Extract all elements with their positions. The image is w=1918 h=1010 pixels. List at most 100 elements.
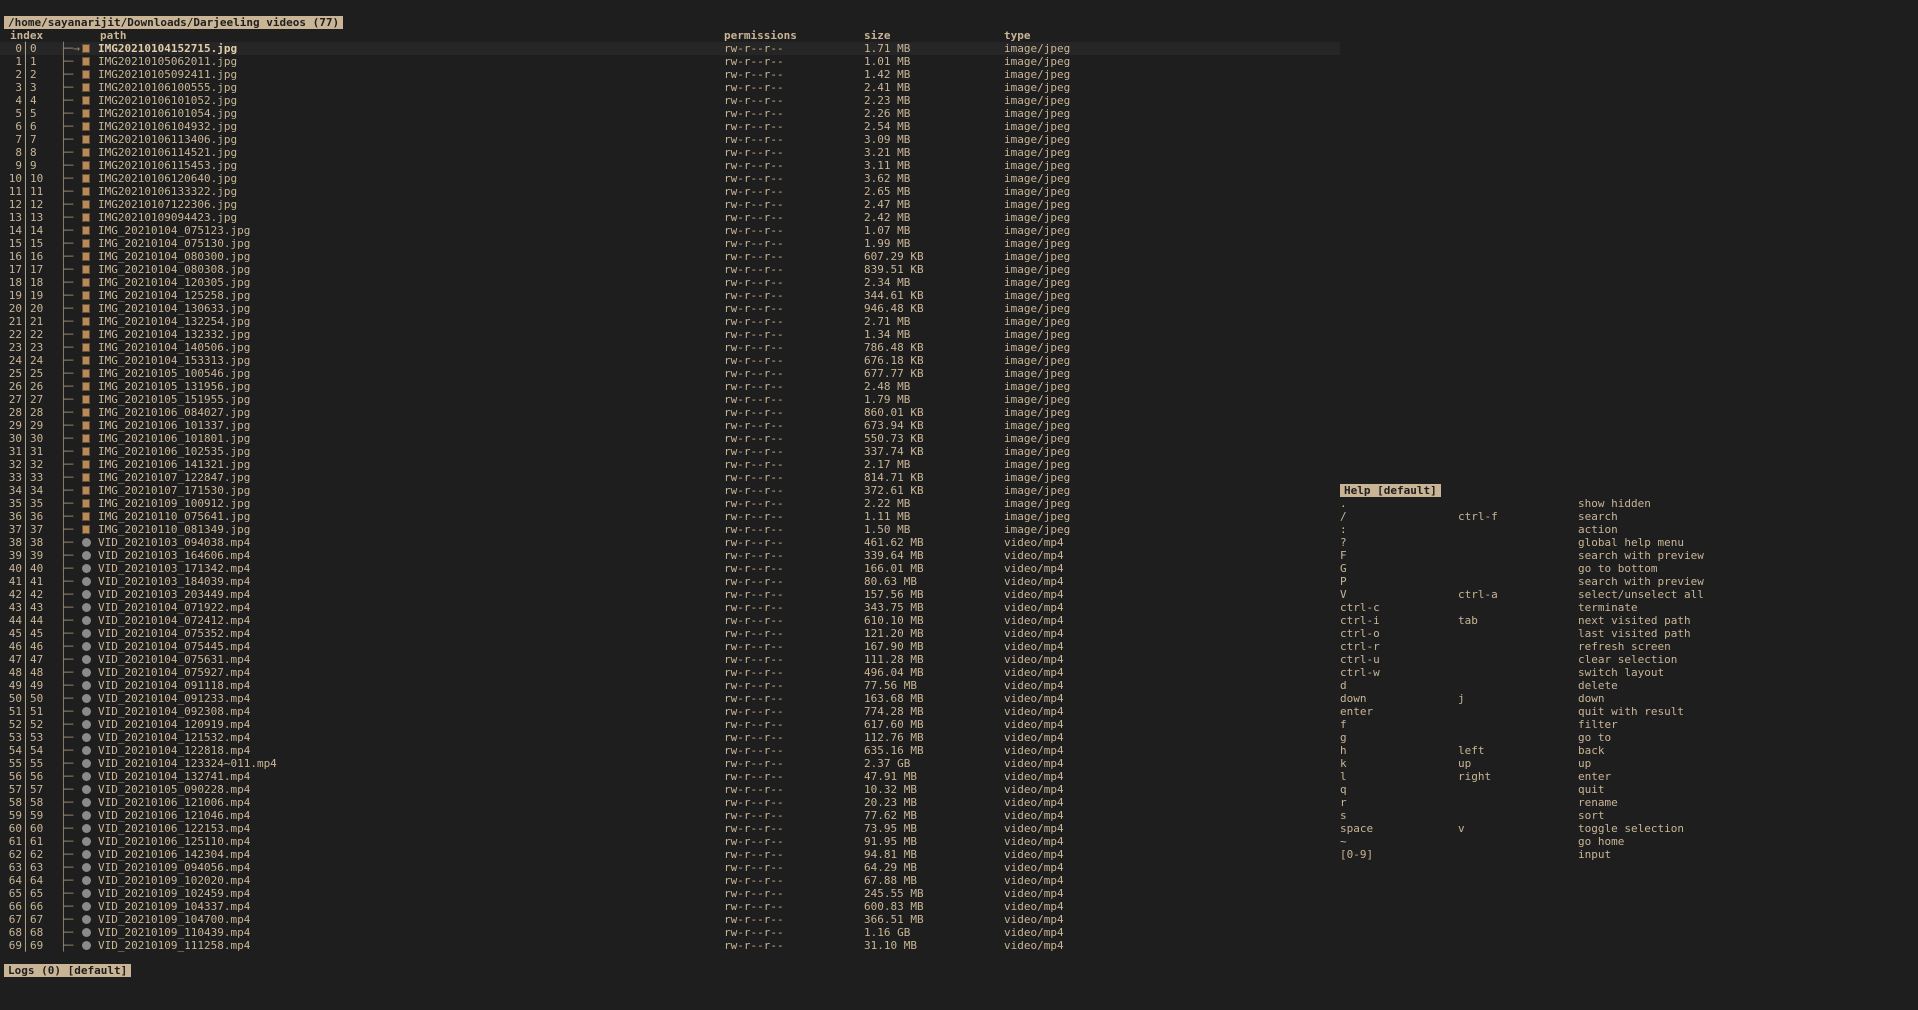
- file-row[interactable]: 30 │ 30 ├─ IMG_20210106_101801.jpg rw-r--r-- 5…: [0, 432, 1340, 445]
- file-row[interactable]: 33 │ 33 ├─ IMG_20210107_122847.jpg rw-r--r-- 8…: [0, 471, 1340, 484]
- file-name[interactable]: VID_20210109_102459.mp4: [98, 887, 250, 900]
- file-row[interactable]: 11 │ 11 ├─ IMG20210106133322.jpg rw-r--r-- 2.6…: [0, 185, 1340, 198]
- file-name[interactable]: VID_20210103_171342.mp4: [98, 562, 250, 575]
- file-name[interactable]: VID_20210109_104337.mp4: [98, 900, 250, 913]
- file-name[interactable]: VID_20210104_091233.mp4: [98, 692, 250, 705]
- file-row[interactable]: 9 │ 9 ├─ IMG20210106115453.jpg rw-r--r-- 3.11 …: [0, 159, 1340, 172]
- file-row[interactable]: 28 │ 28 ├─ IMG_20210106_084027.jpg rw-r--r-- 8…: [0, 406, 1340, 419]
- file-row[interactable]: 64 │ 64 ├─ VID_20210109_102020.mp4 rw-r--r-- 6…: [0, 874, 1340, 887]
- file-name[interactable]: IMG_20210107_171530.jpg: [98, 484, 250, 497]
- file-name[interactable]: VID_20210103_094038.mp4: [98, 536, 250, 549]
- file-name[interactable]: VID_20210104_072412.mp4: [98, 614, 250, 627]
- column-header-index[interactable]: index: [10, 29, 43, 42]
- file-row[interactable]: 24 │ 24 ├─ IMG_20210104_153313.jpg rw-r--r-- 6…: [0, 354, 1340, 367]
- file-name[interactable]: IMG_20210104_125258.jpg: [98, 289, 250, 302]
- file-row[interactable]: 42 │ 42 ├─ VID_20210103_203449.mp4 rw-r--r-- 1…: [0, 588, 1340, 601]
- file-name[interactable]: IMG_20210104_140506.jpg: [98, 341, 250, 354]
- file-name[interactable]: IMG20210105062011.jpg: [98, 55, 237, 68]
- file-row[interactable]: 54 │ 54 ├─ VID_20210104_122818.mp4 rw-r--r-- 6…: [0, 744, 1340, 757]
- file-row[interactable]: 43 │ 43 ├─ VID_20210104_071922.mp4 rw-r--r-- 3…: [0, 601, 1340, 614]
- file-name[interactable]: IMG_20210104_132254.jpg: [98, 315, 250, 328]
- file-row[interactable]: 65 │ 65 ├─ VID_20210109_102459.mp4 rw-r--r-- 2…: [0, 887, 1340, 900]
- file-row[interactable]: 23 │ 23 ├─ IMG_20210104_140506.jpg rw-r--r-- 7…: [0, 341, 1340, 354]
- file-row[interactable]: 7 │ 7 ├─ IMG20210106113406.jpg rw-r--r-- 3.09 …: [0, 133, 1340, 146]
- file-name[interactable]: IMG20210106115453.jpg: [98, 159, 237, 172]
- file-name[interactable]: VID_20210103_164606.mp4: [98, 549, 250, 562]
- column-header-size[interactable]: size: [864, 29, 891, 42]
- file-row[interactable]: 3 │ 3 ├─ IMG20210106100555.jpg rw-r--r-- 2.41 …: [0, 81, 1340, 94]
- file-name[interactable]: IMG_20210107_122847.jpg: [98, 471, 250, 484]
- file-name[interactable]: IMG_20210110_081349.jpg: [98, 523, 250, 536]
- file-name[interactable]: VID_20210104_075445.mp4: [98, 640, 250, 653]
- file-name[interactable]: VID_20210105_090228.mp4: [98, 783, 250, 796]
- file-row[interactable]: 27 │ 27 ├─ IMG_20210105_151955.jpg rw-r--r-- 1…: [0, 393, 1340, 406]
- file-row[interactable]: 46 │ 46 ├─ VID_20210104_075445.mp4 rw-r--r-- 1…: [0, 640, 1340, 653]
- file-row[interactable]: 19 │ 19 ├─ IMG_20210104_125258.jpg rw-r--r-- 3…: [0, 289, 1340, 302]
- file-name[interactable]: IMG20210106133322.jpg: [98, 185, 237, 198]
- file-row[interactable]: 38 │ 38 ├─ VID_20210103_094038.mp4 rw-r--r-- 4…: [0, 536, 1340, 549]
- file-row[interactable]: 55 │ 55 ├─ VID_20210104_123324~011.mp4 rw-r--…: [0, 757, 1340, 770]
- file-name[interactable]: IMG_20210104_120305.jpg: [98, 276, 250, 289]
- file-name[interactable]: VID_20210104_075631.mp4: [98, 653, 250, 666]
- file-row[interactable]: 50 │ 50 ├─ VID_20210104_091233.mp4 rw-r--r-- 1…: [0, 692, 1340, 705]
- file-row[interactable]: 22 │ 22 ├─ IMG_20210104_132332.jpg rw-r--r-- 1…: [0, 328, 1340, 341]
- file-name[interactable]: IMG_20210105_100546.jpg: [98, 367, 250, 380]
- file-name[interactable]: IMG_20210104_080308.jpg: [98, 263, 250, 276]
- file-row[interactable]: 49 │ 49 ├─ VID_20210104_091118.mp4 rw-r--r-- 7…: [0, 679, 1340, 692]
- file-name[interactable]: IMG_20210106_084027.jpg: [98, 406, 250, 419]
- file-row[interactable]: 12 │ 12 ├─ IMG20210107122306.jpg rw-r--r-- 2.4…: [0, 198, 1340, 211]
- file-name[interactable]: VID_20210109_094056.mp4: [98, 861, 250, 874]
- file-name[interactable]: IMG_20210104_132332.jpg: [98, 328, 250, 341]
- file-name[interactable]: IMG_20210104_130633.jpg: [98, 302, 250, 315]
- file-row[interactable]: 44 │ 44 ├─ VID_20210104_072412.mp4 rw-r--r-- 6…: [0, 614, 1340, 627]
- file-name[interactable]: IMG_20210104_080300.jpg: [98, 250, 250, 263]
- file-name[interactable]: VID_20210106_122153.mp4: [98, 822, 250, 835]
- file-row[interactable]: 25 │ 25 ├─ IMG_20210105_100546.jpg rw-r--r-- 6…: [0, 367, 1340, 380]
- file-row[interactable]: 41 │ 41 ├─ VID_20210103_184039.mp4 rw-r--r-- 8…: [0, 575, 1340, 588]
- file-name[interactable]: IMG_20210106_141321.jpg: [98, 458, 250, 471]
- file-name[interactable]: IMG_20210110_075641.jpg: [98, 510, 250, 523]
- file-name[interactable]: IMG_20210106_102535.jpg: [98, 445, 250, 458]
- file-name[interactable]: VID_20210104_122818.mp4: [98, 744, 250, 757]
- file-name[interactable]: IMG_20210105_151955.jpg: [98, 393, 250, 406]
- file-row[interactable]: 16 │ 16 ├─ IMG_20210104_080300.jpg rw-r--r-- 6…: [0, 250, 1340, 263]
- file-name[interactable]: VID_20210106_142304.mp4: [98, 848, 250, 861]
- file-row[interactable]: 35 │ 35 ├─ IMG_20210109_100912.jpg rw-r--r-- 2…: [0, 497, 1340, 510]
- file-name[interactable]: VID_20210104_075352.mp4: [98, 627, 250, 640]
- file-name[interactable]: VID_20210106_125110.mp4: [98, 835, 250, 848]
- file-name[interactable]: IMG_20210104_075123.jpg: [98, 224, 250, 237]
- file-name[interactable]: IMG20210106101052.jpg: [98, 94, 237, 107]
- file-name[interactable]: IMG_20210106_101337.jpg: [98, 419, 250, 432]
- file-row[interactable]: 53 │ 53 ├─ VID_20210104_121532.mp4 rw-r--r-- 1…: [0, 731, 1340, 744]
- file-name[interactable]: VID_20210104_091118.mp4: [98, 679, 250, 692]
- file-row[interactable]: 62 │ 62 ├─ VID_20210106_142304.mp4 rw-r--r-- 9…: [0, 848, 1340, 861]
- file-name[interactable]: VID_20210109_111258.mp4: [98, 939, 250, 952]
- file-row[interactable]: 36 │ 36 ├─ IMG_20210110_075641.jpg rw-r--r-- 1…: [0, 510, 1340, 523]
- file-name[interactable]: IMG_20210104_153313.jpg: [98, 354, 250, 367]
- file-row[interactable]: 58 │ 58 ├─ VID_20210106_121006.mp4 rw-r--r-- 2…: [0, 796, 1340, 809]
- file-name[interactable]: VID_20210106_121046.mp4: [98, 809, 250, 822]
- file-name[interactable]: VID_20210104_092308.mp4: [98, 705, 250, 718]
- file-row[interactable]: 10 │ 10 ├─ IMG20210106120640.jpg rw-r--r-- 3.6…: [0, 172, 1340, 185]
- file-row[interactable]: 8 │ 8 ├─ IMG20210106114521.jpg rw-r--r-- 3.21 …: [0, 146, 1340, 159]
- file-row[interactable]: 68 │ 68 ├─ VID_20210109_110439.mp4 rw-r--r-- 1…: [0, 926, 1340, 939]
- file-name[interactable]: VID_20210104_071922.mp4: [98, 601, 250, 614]
- file-name[interactable]: IMG_20210104_075130.jpg: [98, 237, 250, 250]
- file-name[interactable]: VID_20210103_203449.mp4: [98, 588, 250, 601]
- file-row[interactable]: 39 │ 39 ├─ VID_20210103_164606.mp4 rw-r--r-- 3…: [0, 549, 1340, 562]
- file-row[interactable]: 37 │ 37 ├─ IMG_20210110_081349.jpg rw-r--r-- 1…: [0, 523, 1340, 536]
- file-row[interactable]: 66 │ 66 ├─ VID_20210109_104337.mp4 rw-r--r-- 6…: [0, 900, 1340, 913]
- file-name[interactable]: IMG20210106114521.jpg: [98, 146, 237, 159]
- file-name[interactable]: IMG_20210106_101801.jpg: [98, 432, 250, 445]
- file-row[interactable]: 32 │ 32 ├─ IMG_20210106_141321.jpg rw-r--r-- 2…: [0, 458, 1340, 471]
- file-row[interactable]: 57 │ 57 ├─ VID_20210105_090228.mp4 rw-r--r-- 1…: [0, 783, 1340, 796]
- file-row[interactable]: 67 │ 67 ├─ VID_20210109_104700.mp4 rw-r--r-- 3…: [0, 913, 1340, 926]
- file-row[interactable]: 4 │ 4 ├─ IMG20210106101052.jpg rw-r--r-- 2.23 …: [0, 94, 1340, 107]
- file-row[interactable]: 34 │ 34 ├─ IMG_20210107_171530.jpg rw-r--r-- 3…: [0, 484, 1340, 497]
- file-row[interactable]: 63 │ 63 ├─ VID_20210109_094056.mp4 rw-r--r-- 6…: [0, 861, 1340, 874]
- file-name[interactable]: VID_20210104_120919.mp4: [98, 718, 250, 731]
- file-name[interactable]: IMG20210106100555.jpg: [98, 81, 237, 94]
- file-row[interactable]: 51 │ 51 ├─ VID_20210104_092308.mp4 rw-r--r-- 7…: [0, 705, 1340, 718]
- file-row[interactable]: 52 │ 52 ├─ VID_20210104_120919.mp4 rw-r--r-- 6…: [0, 718, 1340, 731]
- file-row[interactable]: 29 │ 29 ├─ IMG_20210106_101337.jpg rw-r--r-- 6…: [0, 419, 1340, 432]
